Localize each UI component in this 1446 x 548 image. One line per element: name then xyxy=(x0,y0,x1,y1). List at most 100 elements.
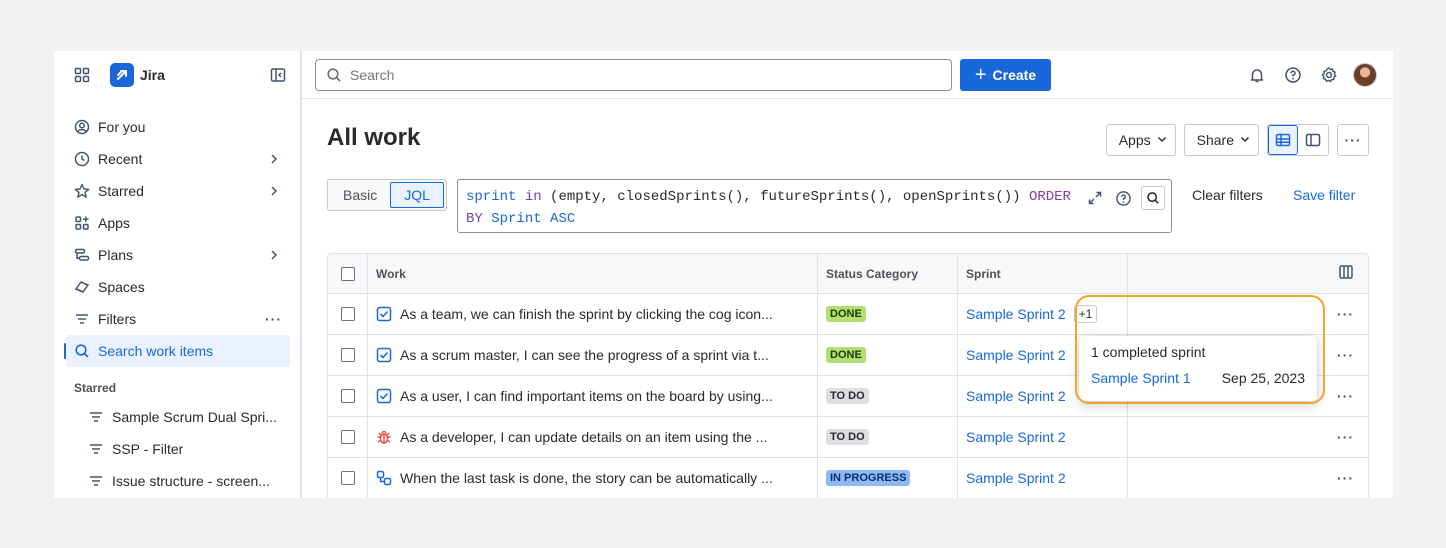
chevron-right-icon[interactable] xyxy=(266,154,282,164)
chevron-right-icon[interactable] xyxy=(266,250,282,260)
work-summary[interactable]: As a developer, I can update details on … xyxy=(400,429,804,445)
row-checkbox[interactable] xyxy=(340,430,355,444)
sprint-link[interactable]: Sample Sprint 2 xyxy=(966,347,1066,363)
list-view-icon[interactable] xyxy=(1268,125,1298,155)
help-icon[interactable] xyxy=(1281,63,1305,87)
work-cell: As a team, we can finish the sprint by c… xyxy=(368,294,818,334)
sidebar-item-label: Search work items xyxy=(98,343,214,359)
chevron-right-icon[interactable] xyxy=(266,186,282,196)
jira-logo-icon[interactable] xyxy=(110,63,134,87)
sidebar-item-recent[interactable]: Recent xyxy=(66,143,290,175)
share-dropdown-button[interactable]: Share xyxy=(1183,124,1259,156)
select-all-checkbox[interactable] xyxy=(340,266,355,281)
detail-view-icon[interactable] xyxy=(1298,125,1328,155)
row-more-icon[interactable]: ··· xyxy=(1337,306,1354,322)
sidebar-item-search-work-items[interactable]: Search work items xyxy=(64,335,290,367)
starred-heading: Starred xyxy=(74,381,117,395)
user-avatar[interactable] xyxy=(1353,63,1377,87)
notifications-bell-icon[interactable] xyxy=(1245,63,1269,87)
status-cell: TO DO xyxy=(818,376,958,416)
expand-icon[interactable] xyxy=(1085,188,1105,208)
table-row[interactable]: As a developer, I can update details on … xyxy=(328,417,1368,458)
jql-line-2: BY Sprint ASC xyxy=(466,208,1163,230)
sprint-link[interactable]: Sample Sprint 2 xyxy=(966,388,1066,404)
task-icon xyxy=(376,388,392,404)
sidebar-item-filters[interactable]: Filters ··· xyxy=(66,303,290,335)
column-header-sprint[interactable]: Sprint xyxy=(958,254,1128,293)
columns-icon[interactable] xyxy=(1338,264,1354,283)
sidebar-item-apps[interactable]: Apps xyxy=(66,207,290,239)
sidebar-header: Jira xyxy=(70,63,290,87)
search-icon xyxy=(327,68,341,82)
status-cell: IN PROGRESS xyxy=(818,458,958,498)
filter-icon xyxy=(88,441,104,457)
row-checkbox[interactable] xyxy=(340,348,355,362)
chevron-down-icon xyxy=(1240,134,1250,147)
app-switcher-icon[interactable] xyxy=(70,63,94,87)
search-icon[interactable] xyxy=(1141,186,1165,210)
work-summary[interactable]: When the last task is done, the story ca… xyxy=(400,470,804,486)
jql-values: (empty, closedSprints(), futureSprints()… xyxy=(550,189,1021,205)
filter-icon xyxy=(74,311,90,327)
sidebar-item-starred[interactable]: Starred xyxy=(66,175,290,207)
more-icon[interactable]: ··· xyxy=(265,311,282,327)
global-search[interactable] xyxy=(315,59,952,91)
row-checkbox[interactable] xyxy=(340,307,355,321)
starred-filter-item[interactable]: Sample Scrum Dual Spri... xyxy=(66,401,290,433)
column-header-status[interactable]: Status Category xyxy=(818,254,958,293)
sprint-link[interactable]: Sample Sprint 2 xyxy=(966,470,1066,486)
starred-filter-item[interactable]: Issue structure - screen... xyxy=(66,465,290,497)
create-button[interactable]: + Create xyxy=(960,59,1051,91)
sidebar-item-plans[interactable]: Plans xyxy=(66,239,290,271)
select-all-cell xyxy=(328,254,368,293)
filter-icon xyxy=(88,473,104,489)
row-more-icon[interactable]: ··· xyxy=(1337,470,1354,486)
sidebar-item-for-you[interactable]: For you xyxy=(66,111,290,143)
row-more-icon[interactable]: ··· xyxy=(1337,429,1354,445)
search-mode-toggle: Basic JQL xyxy=(327,179,447,211)
sidebar-item-label: Recent xyxy=(98,151,143,167)
search-icon xyxy=(74,343,90,359)
sprint-link[interactable]: Sample Sprint 2 xyxy=(966,429,1066,445)
chevron-down-icon xyxy=(1157,134,1167,147)
column-header-work[interactable]: Work xyxy=(368,254,818,293)
sprint-cell: Sample Sprint 2 xyxy=(958,417,1128,457)
collapse-sidebar-icon[interactable] xyxy=(266,63,290,87)
row-more-icon[interactable]: ··· xyxy=(1337,347,1354,363)
basic-mode-button[interactable]: Basic xyxy=(330,182,390,208)
sidebar-item-label: For you xyxy=(98,119,146,135)
work-summary[interactable]: As a team, we can finish the sprint by c… xyxy=(400,306,804,322)
jql-line-1: sprint in (empty, closedSprints(), futur… xyxy=(466,186,1163,208)
row-checkbox[interactable] xyxy=(340,471,355,485)
starred-filter-item[interactable]: SSP - Filter xyxy=(66,433,290,465)
jql-by: BY xyxy=(466,211,483,227)
sidebar-resize-handle[interactable] xyxy=(300,51,302,498)
work-summary[interactable]: As a scrum master, I can see the progres… xyxy=(400,347,804,363)
sprint-link[interactable]: Sample Sprint 2 xyxy=(966,306,1066,322)
clear-filters-button[interactable]: Clear filters xyxy=(1192,187,1263,203)
row-more-icon[interactable]: ··· xyxy=(1337,388,1354,404)
top-navigation: + Create xyxy=(302,51,1393,99)
status-cell: DONE xyxy=(818,335,958,375)
row-select-cell xyxy=(328,376,368,416)
row-select-cell xyxy=(328,417,368,457)
work-summary[interactable]: As a user, I can find important items on… xyxy=(400,388,804,404)
help-icon[interactable] xyxy=(1113,188,1133,208)
save-filter-button[interactable]: Save filter xyxy=(1293,187,1355,203)
search-input[interactable] xyxy=(350,67,930,83)
clock-icon xyxy=(74,151,90,167)
jql-mode-button[interactable]: JQL xyxy=(390,182,444,208)
annotation-highlight xyxy=(1075,295,1325,404)
jql-editor[interactable]: sprint in (empty, closedSprints(), futur… xyxy=(457,179,1172,233)
column-picker-cell xyxy=(1128,254,1368,293)
table-row[interactable]: When the last task is done, the story ca… xyxy=(328,458,1368,498)
row-checkbox[interactable] xyxy=(340,389,355,403)
settings-gear-icon[interactable] xyxy=(1317,63,1341,87)
more-actions-button[interactable]: ··· xyxy=(1337,124,1369,156)
status-lozenge: TO DO xyxy=(826,429,869,445)
app-name[interactable]: Jira xyxy=(140,67,165,83)
star-icon xyxy=(74,183,90,199)
sidebar-item-spaces[interactable]: Spaces xyxy=(66,271,290,303)
task-icon xyxy=(376,347,392,363)
apps-dropdown-button[interactable]: Apps xyxy=(1105,124,1176,156)
